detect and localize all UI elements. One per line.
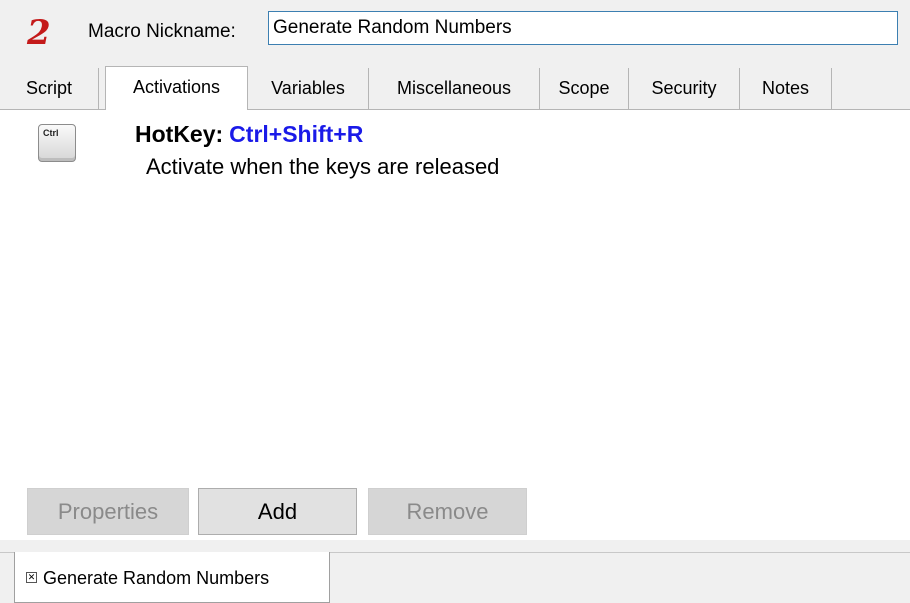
remove-button[interactable]: Remove <box>368 488 527 535</box>
tab-script[interactable]: Script <box>0 68 99 109</box>
nickname-bar: 2 Macro Nickname: <box>0 0 910 66</box>
close-icon[interactable]: ✕ <box>26 572 37 583</box>
hotkey-label: HotKey: <box>135 121 224 147</box>
tab-scope[interactable]: Scope <box>540 68 629 109</box>
properties-button[interactable]: Properties <box>27 488 189 535</box>
add-button[interactable]: Add <box>198 488 357 535</box>
document-tab[interactable]: ✕ Generate Random Numbers <box>14 552 330 603</box>
app-logo-icon: 2 <box>27 13 51 53</box>
tab-security[interactable]: Security <box>629 68 740 109</box>
keyboard-key-icon: Ctrl <box>38 124 76 162</box>
hotkey-value: Ctrl+Shift+R <box>229 121 364 147</box>
nickname-input[interactable] <box>268 11 898 45</box>
tab-bar: Script Activations Variables Miscellaneo… <box>0 66 910 110</box>
key-icon-label: Ctrl <box>43 128 59 138</box>
nickname-label: Macro Nickname: <box>88 21 236 42</box>
document-tab-label: Generate Random Numbers <box>43 568 270 588</box>
tab-activations[interactable]: Activations <box>105 66 248 110</box>
tab-variables[interactable]: Variables <box>248 68 369 109</box>
activations-panel: Ctrl HotKey: Ctrl+Shift+R Activate when t… <box>0 110 910 540</box>
tab-notes[interactable]: Notes <box>740 68 832 109</box>
tab-miscellaneous[interactable]: Miscellaneous <box>369 68 540 109</box>
hotkey-activation-item[interactable]: HotKey: Ctrl+Shift+R <box>135 120 363 148</box>
hotkey-description: Activate when the keys are released <box>146 154 500 179</box>
